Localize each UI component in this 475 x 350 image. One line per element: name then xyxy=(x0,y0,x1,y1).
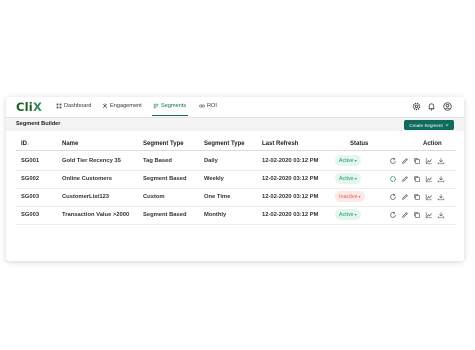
copy-icon[interactable] xyxy=(413,211,421,219)
download-icon[interactable] xyxy=(437,157,445,165)
chevron-down-icon: ▾ xyxy=(358,194,361,199)
status-dropdown[interactable]: Inactive ▾ xyxy=(335,191,365,202)
cell-segment-type: Custom xyxy=(143,194,165,200)
top-nav: CliX Dashboard Engagement Segments ROI xyxy=(6,97,464,117)
nav-item-label: Segments xyxy=(161,103,187,109)
chevron-down-icon: ▾ xyxy=(354,158,357,163)
status-dropdown[interactable]: Active ▾ xyxy=(335,209,361,220)
column-header-last-refresh: Last Refresh xyxy=(262,141,299,147)
table-row[interactable]: SG003 CustomerList123 Custom One Time 12… xyxy=(16,189,456,207)
cell-id: SG003 xyxy=(21,212,40,218)
nav-item-label: Dashboard xyxy=(64,103,92,109)
cell-last-refresh: 12-02-2020 03:12 PM xyxy=(262,158,319,164)
nav-item-dashboard[interactable]: Dashboard xyxy=(56,103,91,109)
cell-segment-type: Segment Based xyxy=(143,176,187,182)
cell-id: SG002 xyxy=(21,176,40,182)
column-header-status: Status xyxy=(350,141,369,147)
bell-icon[interactable] xyxy=(427,102,436,111)
create-segment-label: Create Segment xyxy=(409,122,443,128)
refresh-icon[interactable] xyxy=(389,193,397,201)
cell-last-refresh: 12-02-2020 03:12 PM xyxy=(262,176,319,182)
cell-segment-type-2: Weekly xyxy=(204,176,224,182)
column-header-action: Action xyxy=(423,141,442,147)
cell-segment-type-2: Daily xyxy=(204,158,218,164)
copy-icon[interactable] xyxy=(413,193,421,201)
column-header-segment-type-2: Segment Type xyxy=(204,141,245,147)
chart-icon[interactable] xyxy=(425,193,433,201)
table-row[interactable]: SG002 Online Customers Segment Based Wee… xyxy=(16,171,456,189)
page-title: Segment Builder xyxy=(16,121,61,127)
network-icon xyxy=(102,103,108,109)
nav-item-label: Engagement xyxy=(110,103,142,109)
app-logo[interactable]: CliX xyxy=(16,100,42,114)
nav-item-engagement[interactable]: Engagement xyxy=(102,103,142,109)
refresh-icon[interactable] xyxy=(389,157,397,165)
column-header-id[interactable]: ID↓ xyxy=(21,141,29,147)
download-icon[interactable] xyxy=(437,175,445,183)
chevron-down-icon xyxy=(445,124,449,127)
table-row[interactable]: SG001 Gold Tier Recency 35 Tag Based Dai… xyxy=(16,153,456,171)
chevron-down-icon: ▾ xyxy=(354,176,357,181)
nav-item-label: ROI xyxy=(207,103,217,109)
edit-icon[interactable] xyxy=(401,211,409,219)
create-segment-button[interactable]: Create Segment xyxy=(404,120,454,130)
column-header-name: Name xyxy=(62,141,79,147)
copy-icon[interactable] xyxy=(413,175,421,183)
cell-segment-type-2: One Time xyxy=(204,194,231,200)
edit-icon[interactable] xyxy=(401,175,409,183)
chevron-down-icon: ▾ xyxy=(354,212,357,217)
edit-icon[interactable] xyxy=(401,157,409,165)
sort-arrow-icon: ↓ xyxy=(27,141,30,146)
refresh-icon[interactable] xyxy=(389,211,397,219)
grid-icon xyxy=(56,103,62,109)
cell-segment-type-2: Monthly xyxy=(204,212,227,218)
cell-name: CustomerList123 xyxy=(62,194,110,200)
gear-icon[interactable] xyxy=(412,102,421,111)
row-actions xyxy=(389,211,445,219)
cell-id: SG003 xyxy=(21,194,40,200)
status-dropdown[interactable]: Active ▾ xyxy=(335,155,361,166)
loading-spinner-icon xyxy=(390,176,396,182)
row-actions xyxy=(389,157,445,165)
cell-segment-type: Segment Based xyxy=(143,212,187,218)
download-icon[interactable] xyxy=(437,193,445,201)
segment-builder-card: CliX Dashboard Engagement Segments ROI S… xyxy=(6,97,464,261)
edit-icon[interactable] xyxy=(401,193,409,201)
row-actions xyxy=(389,193,445,201)
cell-segment-type: Tag Based xyxy=(143,158,172,164)
row-actions xyxy=(389,175,445,183)
cell-name: Gold Tier Recency 35 xyxy=(62,158,121,164)
user-icon[interactable] xyxy=(443,102,452,111)
copy-icon[interactable] xyxy=(413,157,421,165)
table-row[interactable]: SG003 Transaction Value >2000 Segment Ba… xyxy=(16,207,456,225)
nav-item-segments[interactable]: Segments xyxy=(153,103,186,109)
chart-icon[interactable] xyxy=(425,175,433,183)
chart-icon[interactable] xyxy=(425,157,433,165)
cell-last-refresh: 12-02-2020 03:12 PM xyxy=(262,194,319,200)
chart-icon[interactable] xyxy=(425,211,433,219)
cell-last-refresh: 12-02-2020 03:12 PM xyxy=(262,212,319,218)
nav-item-roi[interactable]: ROI xyxy=(199,103,217,109)
cell-name: Transaction Value >2000 xyxy=(62,212,130,218)
cell-id: SG001 xyxy=(21,158,40,164)
segments-icon xyxy=(153,103,159,109)
column-header-segment-type: Segment Type xyxy=(143,141,184,147)
cell-name: Online Customers xyxy=(62,176,112,182)
page-subheader: Segment Builder Create Segment xyxy=(6,117,464,131)
download-icon[interactable] xyxy=(437,211,445,219)
status-dropdown[interactable]: Active ▾ xyxy=(335,173,361,184)
link-icon xyxy=(199,104,205,108)
